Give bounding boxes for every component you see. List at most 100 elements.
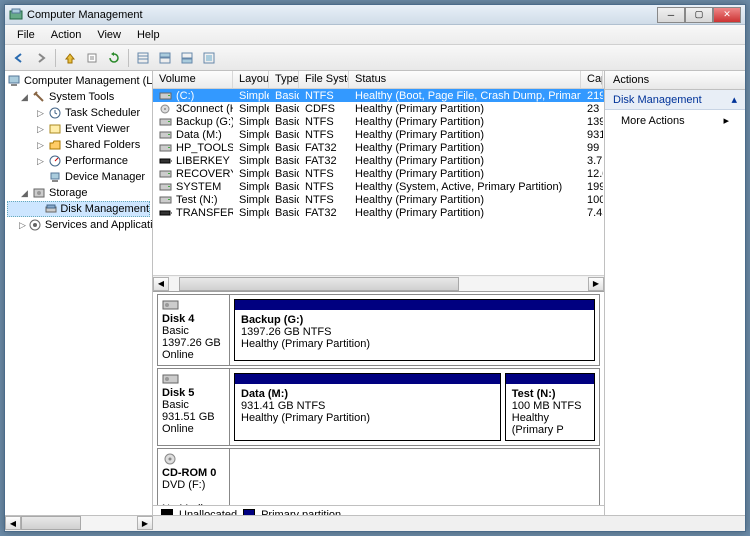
- scroll-thumb[interactable]: [21, 516, 81, 530]
- drive-icon: [159, 195, 173, 205]
- scroll-left-button[interactable]: ◀: [5, 516, 21, 530]
- nav-tree[interactable]: Computer Management (Local ◢ System Tool…: [5, 71, 153, 523]
- volume-row[interactable]: HP_TOOLS (E:)SimpleBasicFAT32Healthy (Pr…: [153, 141, 604, 154]
- drive-icon: [159, 143, 173, 153]
- forward-button[interactable]: [31, 48, 51, 68]
- col-fs[interactable]: File System: [299, 71, 349, 88]
- view-bottom-button[interactable]: [177, 48, 197, 68]
- tree-device-manager[interactable]: Device Manager: [7, 169, 150, 185]
- tree-performance[interactable]: ▷ Performance: [7, 153, 150, 169]
- minimize-button[interactable]: ─: [657, 7, 685, 23]
- partition[interactable]: Test (N:)100 MB NTFSHealthy (Primary P: [505, 373, 595, 441]
- drive-icon: [159, 156, 173, 166]
- tree-label: Storage: [49, 187, 88, 199]
- list-body[interactable]: (C:)SimpleBasicNTFSHealthy (Boot, Page F…: [153, 89, 604, 275]
- actions-section[interactable]: Disk Management ▴: [605, 90, 745, 110]
- close-button[interactable]: ✕: [713, 7, 741, 23]
- volume-row[interactable]: SYSTEMSimpleBasicNTFSHealthy (System, Ac…: [153, 180, 604, 193]
- col-layout[interactable]: Layout: [233, 71, 269, 88]
- scroll-right-button[interactable]: ▶: [137, 516, 153, 530]
- menu-help[interactable]: Help: [129, 27, 168, 43]
- disk-row[interactable]: Disk 4Basic1397.26 GBOnlineBackup (G:)13…: [157, 294, 600, 366]
- volume-fs: NTFS: [299, 90, 349, 102]
- volume-cap: 931: [581, 129, 603, 141]
- actions-more-label: More Actions: [621, 115, 685, 127]
- disk-partitions: Backup (G:)1397.26 GB NTFSHealthy (Prima…: [230, 295, 599, 365]
- volume-row[interactable]: Test (N:)SimpleBasicNTFSHealthy (Primary…: [153, 193, 604, 206]
- tree-root-label: Computer Management (Local: [24, 75, 153, 87]
- actions-more[interactable]: More Actions ▸: [605, 110, 745, 131]
- collapse-icon[interactable]: ◢: [19, 92, 30, 103]
- titlebar[interactable]: Computer Management ─ ▢ ✕: [5, 5, 745, 25]
- tree-services-apps[interactable]: ▷ Services and Applications: [7, 217, 150, 233]
- disk-row[interactable]: CD-ROM 0DVD (F:)No Media: [157, 448, 600, 505]
- view-top-button[interactable]: [155, 48, 175, 68]
- partition[interactable]: Backup (G:)1397.26 GB NTFSHealthy (Prima…: [234, 299, 595, 361]
- tree-root[interactable]: Computer Management (Local: [7, 73, 150, 89]
- partition-status: Healthy (Primary Partition): [241, 338, 588, 350]
- tree-disk-management[interactable]: Disk Management: [7, 201, 150, 217]
- tree-system-tools[interactable]: ◢ System Tools: [7, 89, 150, 105]
- expand-icon[interactable]: ▷: [35, 108, 46, 119]
- tools-icon: [32, 90, 46, 104]
- menu-view[interactable]: View: [89, 27, 129, 43]
- properties-button[interactable]: [82, 48, 102, 68]
- volume-list[interactable]: Volume Layout Type File System Status Ca…: [153, 71, 604, 291]
- volume-layout: Simple: [233, 194, 269, 206]
- expand-icon[interactable]: ▷: [35, 140, 46, 151]
- list-hscrollbar[interactable]: ◀ ▶: [153, 275, 604, 291]
- col-volume[interactable]: Volume: [153, 71, 233, 88]
- volume-type: Basic: [269, 116, 299, 128]
- col-status[interactable]: Status: [349, 71, 581, 88]
- menu-file[interactable]: File: [9, 27, 43, 43]
- back-button[interactable]: [9, 48, 29, 68]
- disk-row[interactable]: Disk 5Basic931.51 GBOnlineData (M:)931.4…: [157, 368, 600, 446]
- volume-name: LIBERKEY (J:): [176, 155, 233, 167]
- expand-icon[interactable]: ▷: [35, 156, 46, 167]
- disk-info: Disk 4Basic1397.26 GBOnline: [158, 295, 230, 365]
- tree-label: System Tools: [49, 91, 114, 103]
- partition[interactable]: Data (M:)931.41 GB NTFSHealthy (Primary …: [234, 373, 501, 441]
- view-list-button[interactable]: [133, 48, 153, 68]
- up-button[interactable]: [60, 48, 80, 68]
- partition-name: Backup (G:): [241, 314, 588, 326]
- tree-event-viewer[interactable]: ▷ Event Viewer: [7, 121, 150, 137]
- volume-name: SYSTEM: [176, 181, 221, 193]
- expand-icon[interactable]: ▷: [35, 124, 46, 135]
- volume-row[interactable]: Backup (G:)SimpleBasicNTFSHealthy (Prima…: [153, 115, 604, 128]
- volume-row[interactable]: (C:)SimpleBasicNTFSHealthy (Boot, Page F…: [153, 89, 604, 102]
- tree-label: Disk Management: [60, 203, 149, 215]
- drive-icon: [159, 117, 173, 127]
- col-type[interactable]: Type: [269, 71, 299, 88]
- bottom-scrollbar[interactable]: ◀ ▶: [5, 515, 745, 531]
- maximize-button[interactable]: ▢: [685, 7, 713, 23]
- tree-storage[interactable]: ◢ Storage: [7, 185, 150, 201]
- expand-icon[interactable]: ▷: [19, 220, 26, 231]
- collapse-icon[interactable]: ◢: [19, 188, 30, 199]
- view-settings-button[interactable]: [199, 48, 219, 68]
- volume-row[interactable]: Data (M:)SimpleBasicNTFSHealthy (Primary…: [153, 128, 604, 141]
- volume-row[interactable]: LIBERKEY (J:)SimpleBasicFAT32Healthy (Pr…: [153, 154, 604, 167]
- scroll-left-button[interactable]: ◀: [153, 277, 169, 291]
- col-cap[interactable]: Cap: [581, 71, 603, 88]
- volume-fs: NTFS: [299, 181, 349, 193]
- partition-header: [235, 374, 500, 384]
- scroll-track[interactable]: [169, 277, 588, 291]
- partition-header: [506, 374, 594, 384]
- volume-status: Healthy (Boot, Page File, Crash Dump, Pr…: [349, 90, 581, 102]
- refresh-button[interactable]: [104, 48, 124, 68]
- disk-graphical-view[interactable]: Disk 4Basic1397.26 GBOnlineBackup (G:)13…: [153, 291, 604, 505]
- scroll-thumb[interactable]: [179, 277, 459, 291]
- volume-cap: 219: [581, 90, 603, 102]
- disk-type: Basic: [162, 399, 225, 411]
- tree-task-scheduler[interactable]: ▷ Task Scheduler: [7, 105, 150, 121]
- partition-size: 1397.26 GB NTFS: [241, 326, 588, 338]
- volume-row[interactable]: TRANSFER (L:)SimpleBasicFAT32Healthy (Pr…: [153, 206, 604, 219]
- window-title: Computer Management: [27, 9, 657, 21]
- tree-shared-folders[interactable]: ▷ Shared Folders: [7, 137, 150, 153]
- menu-action[interactable]: Action: [43, 27, 90, 43]
- volume-row[interactable]: 3Connect (H:)SimpleBasicCDFSHealthy (Pri…: [153, 102, 604, 115]
- volume-status: Healthy (Primary Partition): [349, 142, 581, 154]
- scroll-right-button[interactable]: ▶: [588, 277, 604, 291]
- volume-row[interactable]: RECOVERY (D:)SimpleBasicNTFSHealthy (Pri…: [153, 167, 604, 180]
